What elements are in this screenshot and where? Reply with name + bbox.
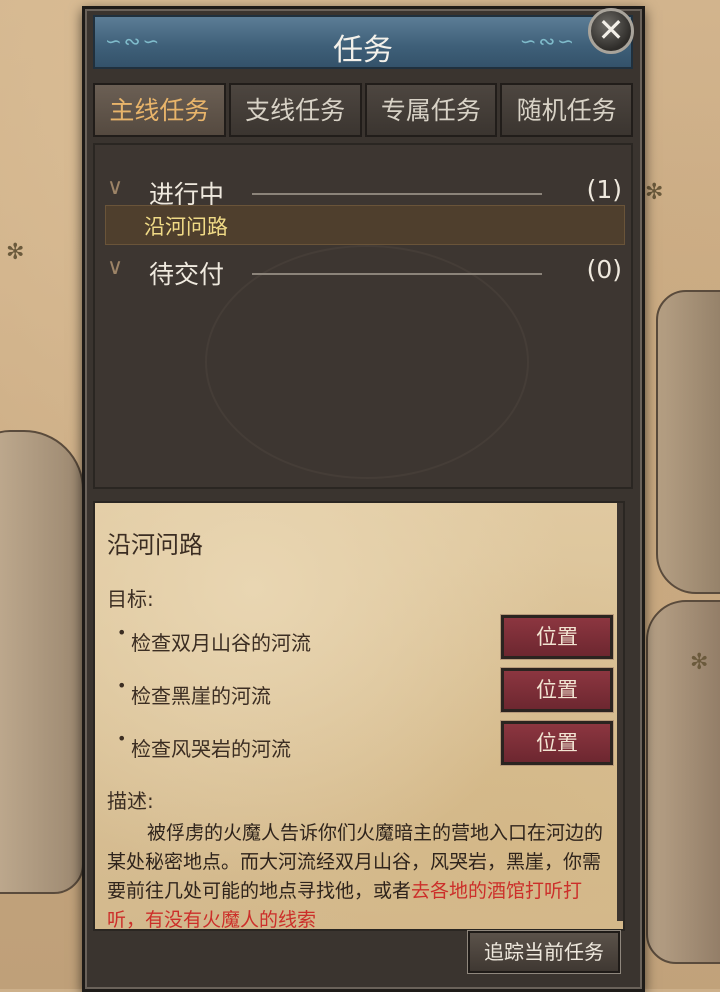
objective-text: 检查双月山谷的河流 [131,631,311,655]
tab-main-quest[interactable]: 主线任务 [93,83,226,137]
quest-list: ∨ 进行中 (1) 沿河问路 ∨ 待交付 (0) [93,143,633,489]
scrollbar[interactable] [617,503,623,921]
bullet-icon: • [117,729,127,748]
objective-text: 检查风哭岩的河流 [131,737,291,761]
divider [252,273,542,275]
description-label: 描述: [107,789,154,813]
right-cliff-lower [646,600,720,964]
group-label: 待交付 [149,260,225,289]
tab-exclusive-quest[interactable]: 专属任务 [364,83,498,137]
group-pending-delivery[interactable]: ∨ 待交付 (0) [107,251,622,291]
objective-item: • 检查黑崖的河流 位置 [117,667,617,714]
objective-item: • 检查双月山谷的河流 位置 [117,614,617,661]
bullet-icon: • [117,676,127,695]
quest-detail: 沿河问路 目标: • 检查双月山谷的河流 位置 • 检查黑崖的河流 位置 • 检… [93,501,625,931]
bullet-icon: • [117,623,127,642]
objective-text: 检查黑崖的河流 [131,684,271,708]
tab-random-quest[interactable]: 随机任务 [500,83,633,137]
close-icon[interactable]: ✕ [588,8,634,54]
location-button[interactable]: 位置 [500,614,614,660]
divider [252,193,542,195]
quest-panel: ∽∾∽ ∽∾∽ 任务 主线任务 支线任务 专属任务 随机任务 ∨ 进行中 (1)… [82,6,645,992]
track-quest-button[interactable]: 追踪当前任务 [467,930,621,974]
quest-item-selected[interactable]: 沿河问路 [105,205,625,245]
objective-label: 目标: [107,587,154,611]
title-bar: ∽∾∽ ∽∾∽ 任务 [93,15,633,69]
shrub-icon: ✻ [6,240,25,265]
group-count: (0) [586,255,622,284]
tab-side-quest[interactable]: 支线任务 [228,83,362,137]
chevron-down-icon: ∨ [107,255,124,280]
location-button[interactable]: 位置 [500,667,614,713]
window-title: 任务 [333,33,393,68]
right-cliff-upper [656,290,720,594]
shrub-icon: ✻ [645,180,664,205]
quest-item-label: 沿河问路 [144,215,228,239]
chevron-down-icon: ∨ [107,175,124,200]
location-button[interactable]: 位置 [500,720,614,766]
quest-tabs: 主线任务 支线任务 专属任务 随机任务 [93,83,633,137]
quest-title: 沿河问路 [107,531,203,559]
description-text: 被俘虏的火魔人告诉你们火魔暗主的营地入口在河边的某处秘密地点。而大河流经双月山谷… [107,819,613,929]
objective-item: • 检查风哭岩的河流 位置 [117,720,617,767]
left-cliff [0,430,84,894]
shrub-icon: ✻ [690,650,709,675]
group-count: (1) [586,175,622,204]
